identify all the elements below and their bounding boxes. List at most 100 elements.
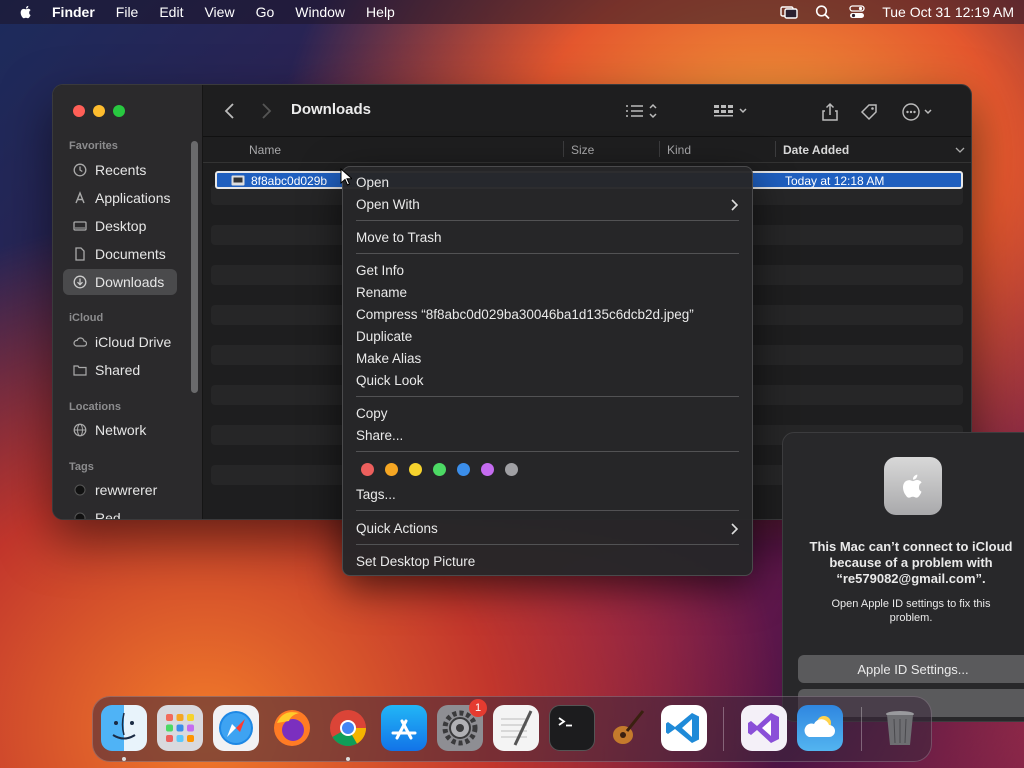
launchpad-grid-icon: [166, 714, 194, 742]
zoom-window-button[interactable]: [113, 105, 125, 117]
dock: 1: [92, 696, 932, 762]
tag-dot-icon: [74, 512, 86, 519]
tag-color-green[interactable]: [433, 463, 446, 476]
menu-clock[interactable]: Tue Oct 31 12:19 AM: [882, 4, 1014, 20]
menu-item-move-to-trash[interactable]: Move to Trash: [356, 230, 442, 245]
sidebar-item-tag-rewwrerer[interactable]: rewwrerer: [63, 477, 177, 503]
menu-divider: [356, 220, 739, 221]
forward-icon[interactable]: [259, 102, 273, 120]
menu-item-set-desktop-picture[interactable]: Set Desktop Picture: [356, 554, 475, 569]
sort-chevron-icon[interactable]: [955, 146, 965, 154]
menu-item-duplicate[interactable]: Duplicate: [356, 329, 412, 344]
group-by-icon[interactable]: [713, 102, 749, 120]
menu-item-share[interactable]: Share...: [356, 428, 403, 443]
menu-file[interactable]: File: [116, 4, 139, 20]
finder-icon[interactable]: [101, 705, 147, 751]
safari-icon[interactable]: [213, 705, 259, 751]
tag-icon[interactable]: [859, 102, 879, 122]
chrome-logo-icon: [330, 710, 366, 747]
vscode-icon[interactable]: [661, 705, 707, 751]
visual-studio-icon[interactable]: [741, 705, 787, 751]
window-title: Downloads: [291, 101, 372, 118]
list-view-icon[interactable]: [625, 102, 661, 120]
mouse-pointer-icon: [340, 168, 352, 186]
chrome-icon[interactable]: [325, 705, 371, 751]
screen-mirroring-icon[interactable]: [780, 4, 798, 20]
tag-color-orange[interactable]: [385, 463, 398, 476]
textedit-icon[interactable]: [493, 705, 539, 751]
menu-go[interactable]: Go: [256, 4, 275, 20]
weather-icon[interactable]: [797, 705, 843, 751]
column-divider[interactable]: [775, 141, 776, 157]
window-controls: [73, 105, 125, 117]
sidebar-item-label: iCloud Drive: [95, 334, 172, 350]
back-icon[interactable]: [223, 102, 237, 120]
cloud-icon: [73, 337, 87, 347]
minimize-window-button[interactable]: [93, 105, 105, 117]
sidebar-item-applications[interactable]: Applications: [63, 185, 177, 211]
trash-icon[interactable]: [877, 705, 923, 751]
weather-cloud-sun-icon: [804, 716, 835, 737]
menu-item-compress[interactable]: Compress “8f8abc0d029ba30046ba1d135c6dcb…: [356, 307, 694, 322]
file-name[interactable]: 8f8abc0d029b: [251, 174, 327, 188]
sidebar-scrollbar[interactable]: [191, 141, 198, 393]
garageband-icon[interactable]: [605, 705, 651, 751]
menu-help[interactable]: Help: [366, 4, 395, 20]
trash-can-icon: [886, 711, 914, 745]
column-date-added[interactable]: Date Added: [783, 143, 849, 157]
share-icon[interactable]: [821, 102, 839, 122]
download-icon: [73, 275, 87, 289]
tag-color-gray[interactable]: [505, 463, 518, 476]
tag-color-purple[interactable]: [481, 463, 494, 476]
tag-color-blue[interactable]: [457, 463, 470, 476]
menu-item-quick-look[interactable]: Quick Look: [356, 373, 424, 388]
launchpad-icon[interactable]: [157, 705, 203, 751]
menu-item-tags[interactable]: Tags...: [356, 487, 396, 502]
sidebar-item-tag-red[interactable]: Red: [63, 505, 177, 519]
tag-color-yellow[interactable]: [409, 463, 422, 476]
sidebar-item-shared[interactable]: Shared: [63, 357, 177, 383]
terminal-icon[interactable]: [549, 705, 595, 751]
menu-item-rename[interactable]: Rename: [356, 285, 407, 300]
terminal-prompt-icon: [558, 717, 572, 727]
sidebar-item-label: Applications: [95, 190, 171, 206]
column-kind[interactable]: Kind: [667, 143, 691, 157]
sidebar-item-label: Network: [95, 422, 147, 438]
column-name[interactable]: Name: [249, 143, 281, 157]
menu-item-open-with[interactable]: Open With: [356, 197, 420, 212]
menu-item-make-alias[interactable]: Make Alias: [356, 351, 421, 366]
sidebar-section-tags: Tags: [69, 461, 94, 473]
tag-color-red[interactable]: [361, 463, 374, 476]
menu-item-copy[interactable]: Copy: [356, 406, 388, 421]
close-window-button[interactable]: [73, 105, 85, 117]
shared-folder-icon: [73, 365, 87, 376]
menu-divider: [356, 253, 739, 254]
apple-logo-icon[interactable]: [18, 4, 34, 20]
menu-item-get-info[interactable]: Get Info: [356, 263, 404, 278]
sidebar-item-documents[interactable]: Documents: [63, 241, 177, 267]
sidebar-item-icloud-drive[interactable]: iCloud Drive: [63, 329, 177, 355]
sidebar-item-recents[interactable]: Recents: [63, 157, 177, 183]
spotlight-search-icon[interactable]: [814, 4, 832, 20]
menu-window[interactable]: Window: [295, 4, 345, 20]
sidebar-item-desktop[interactable]: Desktop: [63, 213, 177, 239]
menu-divider: [356, 396, 739, 397]
column-divider[interactable]: [563, 141, 564, 157]
apple-id-settings-button[interactable]: Apple ID Settings...: [798, 655, 1024, 683]
more-actions-icon[interactable]: [901, 102, 937, 122]
sidebar-item-downloads[interactable]: Downloads: [63, 269, 177, 295]
app-store-icon[interactable]: [381, 705, 427, 751]
menu-item-open[interactable]: Open: [356, 175, 389, 190]
apple-logo-icon: [903, 474, 922, 498]
menu-app-name[interactable]: Finder: [52, 4, 95, 20]
firefox-icon[interactable]: [269, 705, 315, 751]
menu-item-quick-actions[interactable]: Quick Actions: [356, 521, 438, 536]
sidebar-section-icloud: iCloud: [69, 312, 104, 324]
menu-edit[interactable]: Edit: [159, 4, 183, 20]
sidebar-item-network[interactable]: Network: [63, 417, 177, 443]
menu-view[interactable]: View: [204, 4, 234, 20]
control-center-icon[interactable]: [848, 4, 866, 20]
column-divider[interactable]: [659, 141, 660, 157]
column-size[interactable]: Size: [571, 143, 594, 157]
column-header: Name Size Kind Date Added: [203, 137, 971, 163]
